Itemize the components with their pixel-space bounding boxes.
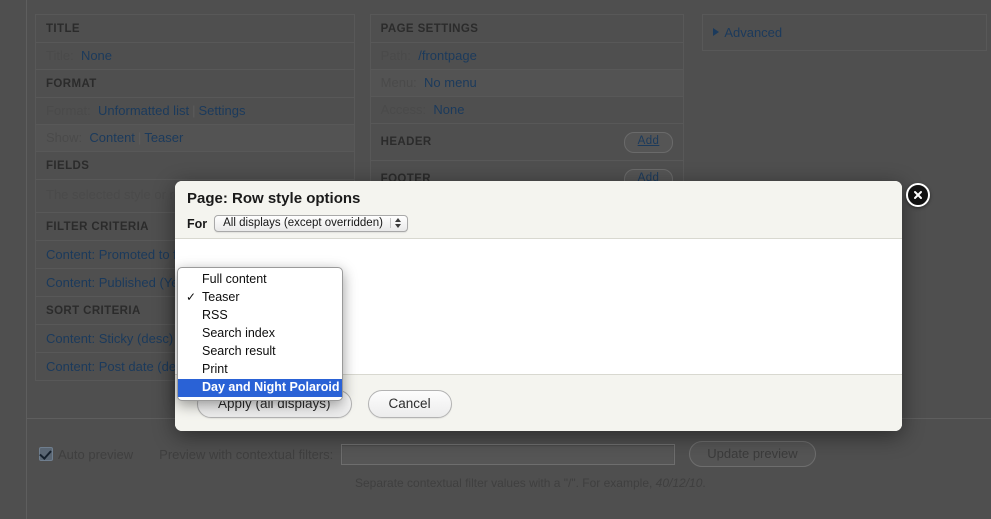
settings-column-3: Advanced bbox=[702, 14, 987, 381]
advanced-toggle[interactable]: Advanced bbox=[713, 25, 782, 40]
section-heading-title: TITLE bbox=[36, 15, 354, 43]
section-heading-header-label: HEADER bbox=[380, 136, 432, 149]
link-filter-published[interactable]: Content: Published (Yes) bbox=[46, 275, 189, 290]
fields-description: The selected style or row style does not… bbox=[36, 180, 354, 213]
row-path: Path: /frontpage bbox=[370, 43, 684, 70]
hint-suffix: . bbox=[702, 476, 706, 490]
section-heading-format-label: FORMAT bbox=[46, 78, 97, 90]
add-footer-button[interactable]: Add bbox=[623, 168, 674, 190]
update-preview-button[interactable]: Update preview bbox=[689, 441, 816, 467]
dropdown-item[interactable]: Teaser bbox=[178, 289, 342, 307]
link-format-style[interactable]: Unformatted list bbox=[98, 103, 189, 118]
preview-bar: Auto preview Preview with contextual fil… bbox=[26, 418, 991, 519]
link-title-value[interactable]: None bbox=[81, 48, 112, 63]
hint-prefix: Separate contextual filter values with a… bbox=[355, 476, 656, 490]
auto-preview-label: Auto preview bbox=[58, 446, 134, 462]
triangle-right-icon bbox=[713, 28, 720, 36]
list-item: Content: Promoted to front page (= Yes) bbox=[36, 241, 354, 269]
views-edit-area: TITLE Title: None FORMAT Format: Unforma… bbox=[26, 0, 991, 418]
section-heading-header: HEADER Add bbox=[370, 124, 684, 161]
dropdown-item[interactable]: Full content bbox=[178, 271, 342, 289]
section-heading-page-settings: PAGE SETTINGS bbox=[370, 15, 684, 43]
contextual-filters-input[interactable] bbox=[341, 443, 676, 465]
settings-column-2: PAGE SETTINGS Path: /frontpage Menu: No … bbox=[369, 14, 685, 381]
row-style-dropdown-list[interactable]: Full contentTeaserRSSSearch indexSearch … bbox=[177, 267, 343, 401]
divider-pipe: | bbox=[137, 130, 142, 145]
dropdown-item[interactable]: Search result bbox=[178, 343, 342, 361]
hint-example: 40/12/10 bbox=[655, 476, 703, 490]
section-heading-filter-criteria-label: FILTER CRITERIA bbox=[46, 220, 149, 233]
row-title-label: Title: bbox=[46, 48, 74, 63]
row-access: Access: None bbox=[370, 97, 684, 124]
add-header-button[interactable]: Add bbox=[623, 132, 674, 153]
advanced-section: Advanced bbox=[702, 14, 987, 51]
section-heading-fields-label: FIELDS bbox=[46, 160, 90, 172]
section-heading-sort-criteria-label: SORT CRITERIA bbox=[46, 304, 141, 317]
link-menu-value[interactable]: No menu bbox=[424, 75, 477, 90]
section-heading-title-label: TITLE bbox=[46, 23, 80, 35]
row-access-label: Access: bbox=[380, 102, 427, 117]
dropdown-item[interactable]: Print bbox=[178, 361, 342, 379]
row-format-label: Format: bbox=[46, 103, 91, 118]
close-icon[interactable] bbox=[906, 183, 930, 207]
section-heading-footer-label: FOOTER bbox=[380, 173, 431, 186]
section-heading-format: FORMAT bbox=[36, 70, 354, 98]
preview-controls-row: Auto preview Preview with contextual fil… bbox=[27, 419, 991, 467]
contextual-filters-hint: Separate contextual filter values with a… bbox=[27, 476, 991, 490]
section-heading-page-settings-label: PAGE SETTINGS bbox=[380, 23, 479, 35]
row-menu: Menu: No menu bbox=[370, 70, 684, 97]
row-format: Format: Unformatted list | Settings bbox=[36, 98, 354, 125]
link-filter-promoted[interactable]: Content: Promoted to front page (= Yes) bbox=[46, 247, 276, 262]
advanced-label: Advanced bbox=[724, 24, 783, 40]
link-access-value[interactable]: None bbox=[433, 102, 464, 117]
link-show-teaser[interactable]: Teaser bbox=[144, 130, 183, 145]
row-show: Show: Content | Teaser bbox=[36, 125, 354, 152]
section-heading-fields: FIELDS bbox=[36, 152, 354, 180]
dropdown-item[interactable]: Day and Night Polaroid bbox=[178, 379, 342, 397]
contextual-filters-label: Preview with contextual filters: bbox=[159, 446, 334, 462]
link-show-content[interactable]: Content bbox=[89, 130, 135, 145]
link-sort-post-date[interactable]: Content: Post date (desc) bbox=[46, 359, 193, 374]
link-sort-sticky[interactable]: Content: Sticky (desc) bbox=[46, 331, 173, 346]
auto-preview-checkbox[interactable] bbox=[39, 447, 53, 461]
link-path-value[interactable]: /frontpage bbox=[418, 48, 477, 63]
row-title: Title: None bbox=[36, 43, 354, 70]
row-show-label: Show: bbox=[46, 130, 83, 145]
section-heading-filter-criteria: FILTER CRITERIA bbox=[36, 213, 354, 241]
section-heading-footer: FOOTER Add bbox=[370, 161, 684, 198]
views-edit-page-dimmed: TITLE Title: None FORMAT Format: Unforma… bbox=[0, 0, 991, 519]
row-path-label: Path: bbox=[380, 48, 412, 63]
link-format-settings[interactable]: Settings bbox=[198, 103, 245, 118]
row-menu-label: Menu: bbox=[380, 75, 417, 90]
dropdown-item[interactable]: Search index bbox=[178, 325, 342, 343]
dropdown-item[interactable]: RSS bbox=[178, 307, 342, 325]
